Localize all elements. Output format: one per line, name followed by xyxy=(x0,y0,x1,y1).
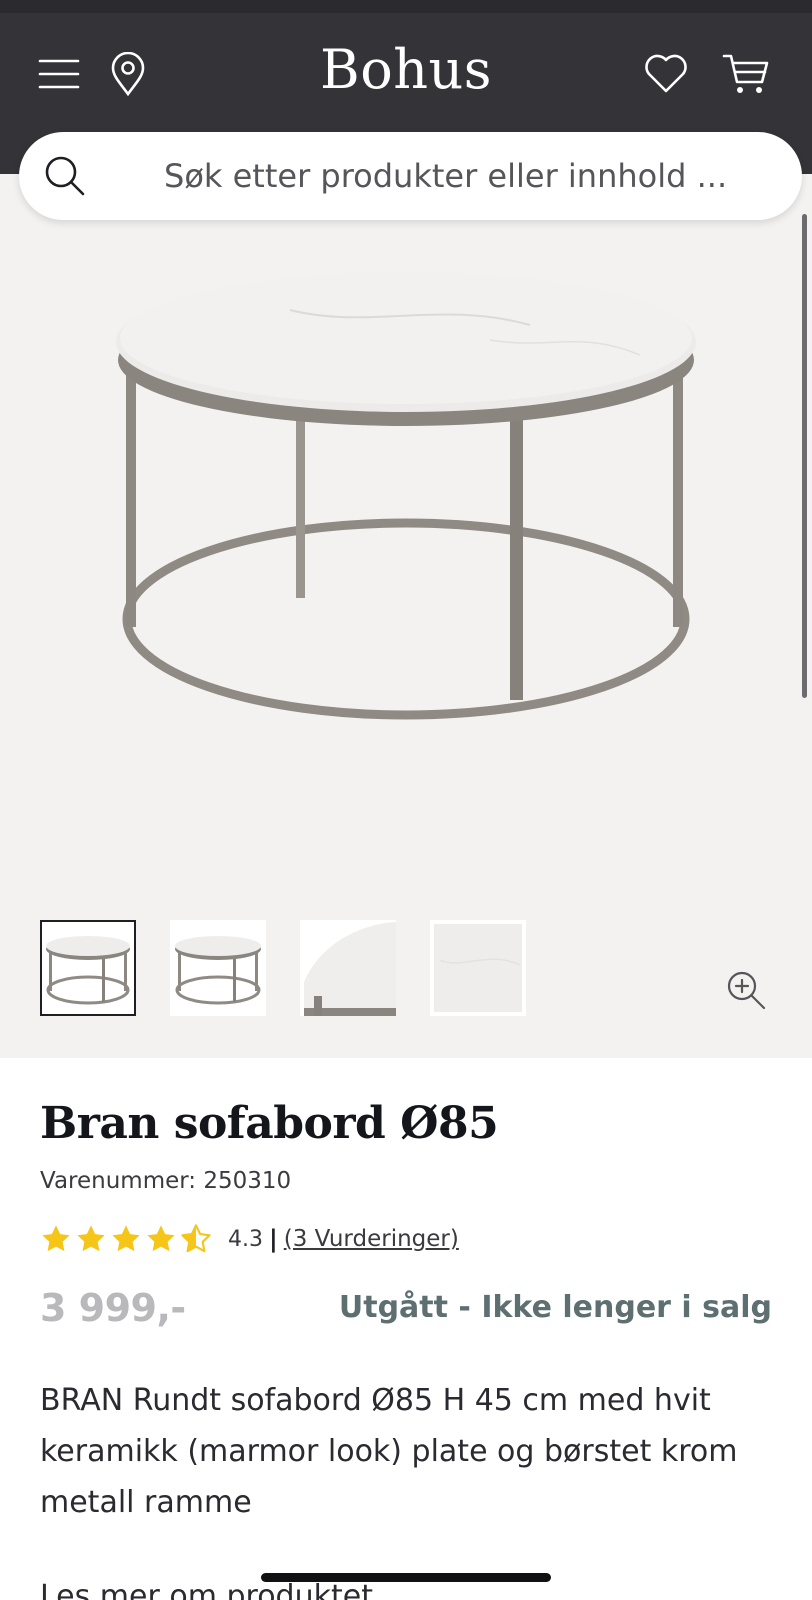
product-description: BRAN Rundt sofabord Ø85 H 45 cm med hvit… xyxy=(40,1383,738,1520)
zoom-in-icon[interactable] xyxy=(724,968,768,1012)
read-more-heading[interactable]: Les mer om produktet xyxy=(40,1582,373,1600)
star-icon xyxy=(112,1225,140,1252)
thumbnail-1[interactable] xyxy=(40,920,136,1016)
cart-icon[interactable] xyxy=(722,50,770,98)
star-icon xyxy=(42,1225,70,1252)
product-sku: Varenummer: 250310 xyxy=(40,1168,292,1194)
search-icon[interactable] xyxy=(43,154,87,198)
star-half-icon xyxy=(181,1224,211,1253)
product-title: Bran sofabord Ø85 xyxy=(40,1098,499,1149)
heart-icon[interactable] xyxy=(642,50,690,98)
search-bar xyxy=(19,132,802,220)
thumbnail-3[interactable] xyxy=(300,920,396,1016)
rating-value: 4.3 xyxy=(228,1226,263,1252)
product-main-image[interactable] xyxy=(110,270,710,730)
search-input[interactable] xyxy=(164,154,764,198)
product-price: 3 999,- xyxy=(40,1286,186,1330)
thumbnail-2[interactable] xyxy=(170,920,266,1016)
rating-separator: | xyxy=(269,1225,278,1253)
product-rating: 4.3 | (3 Vurderinger) xyxy=(40,1222,459,1256)
brand-logo[interactable]: Bohus xyxy=(0,38,812,101)
star-icon xyxy=(77,1225,105,1252)
page-scrollbar[interactable] xyxy=(802,214,807,698)
status-bar-edge xyxy=(0,0,812,13)
rating-stars xyxy=(40,1223,212,1255)
home-indicator[interactable] xyxy=(261,1573,551,1582)
reviews-link[interactable]: (3 Vurderinger) xyxy=(284,1226,459,1252)
thumbnail-4[interactable] xyxy=(430,920,526,1016)
availability-status: Utgått - Ikke lenger i salg xyxy=(338,1290,772,1325)
star-icon xyxy=(147,1225,175,1252)
